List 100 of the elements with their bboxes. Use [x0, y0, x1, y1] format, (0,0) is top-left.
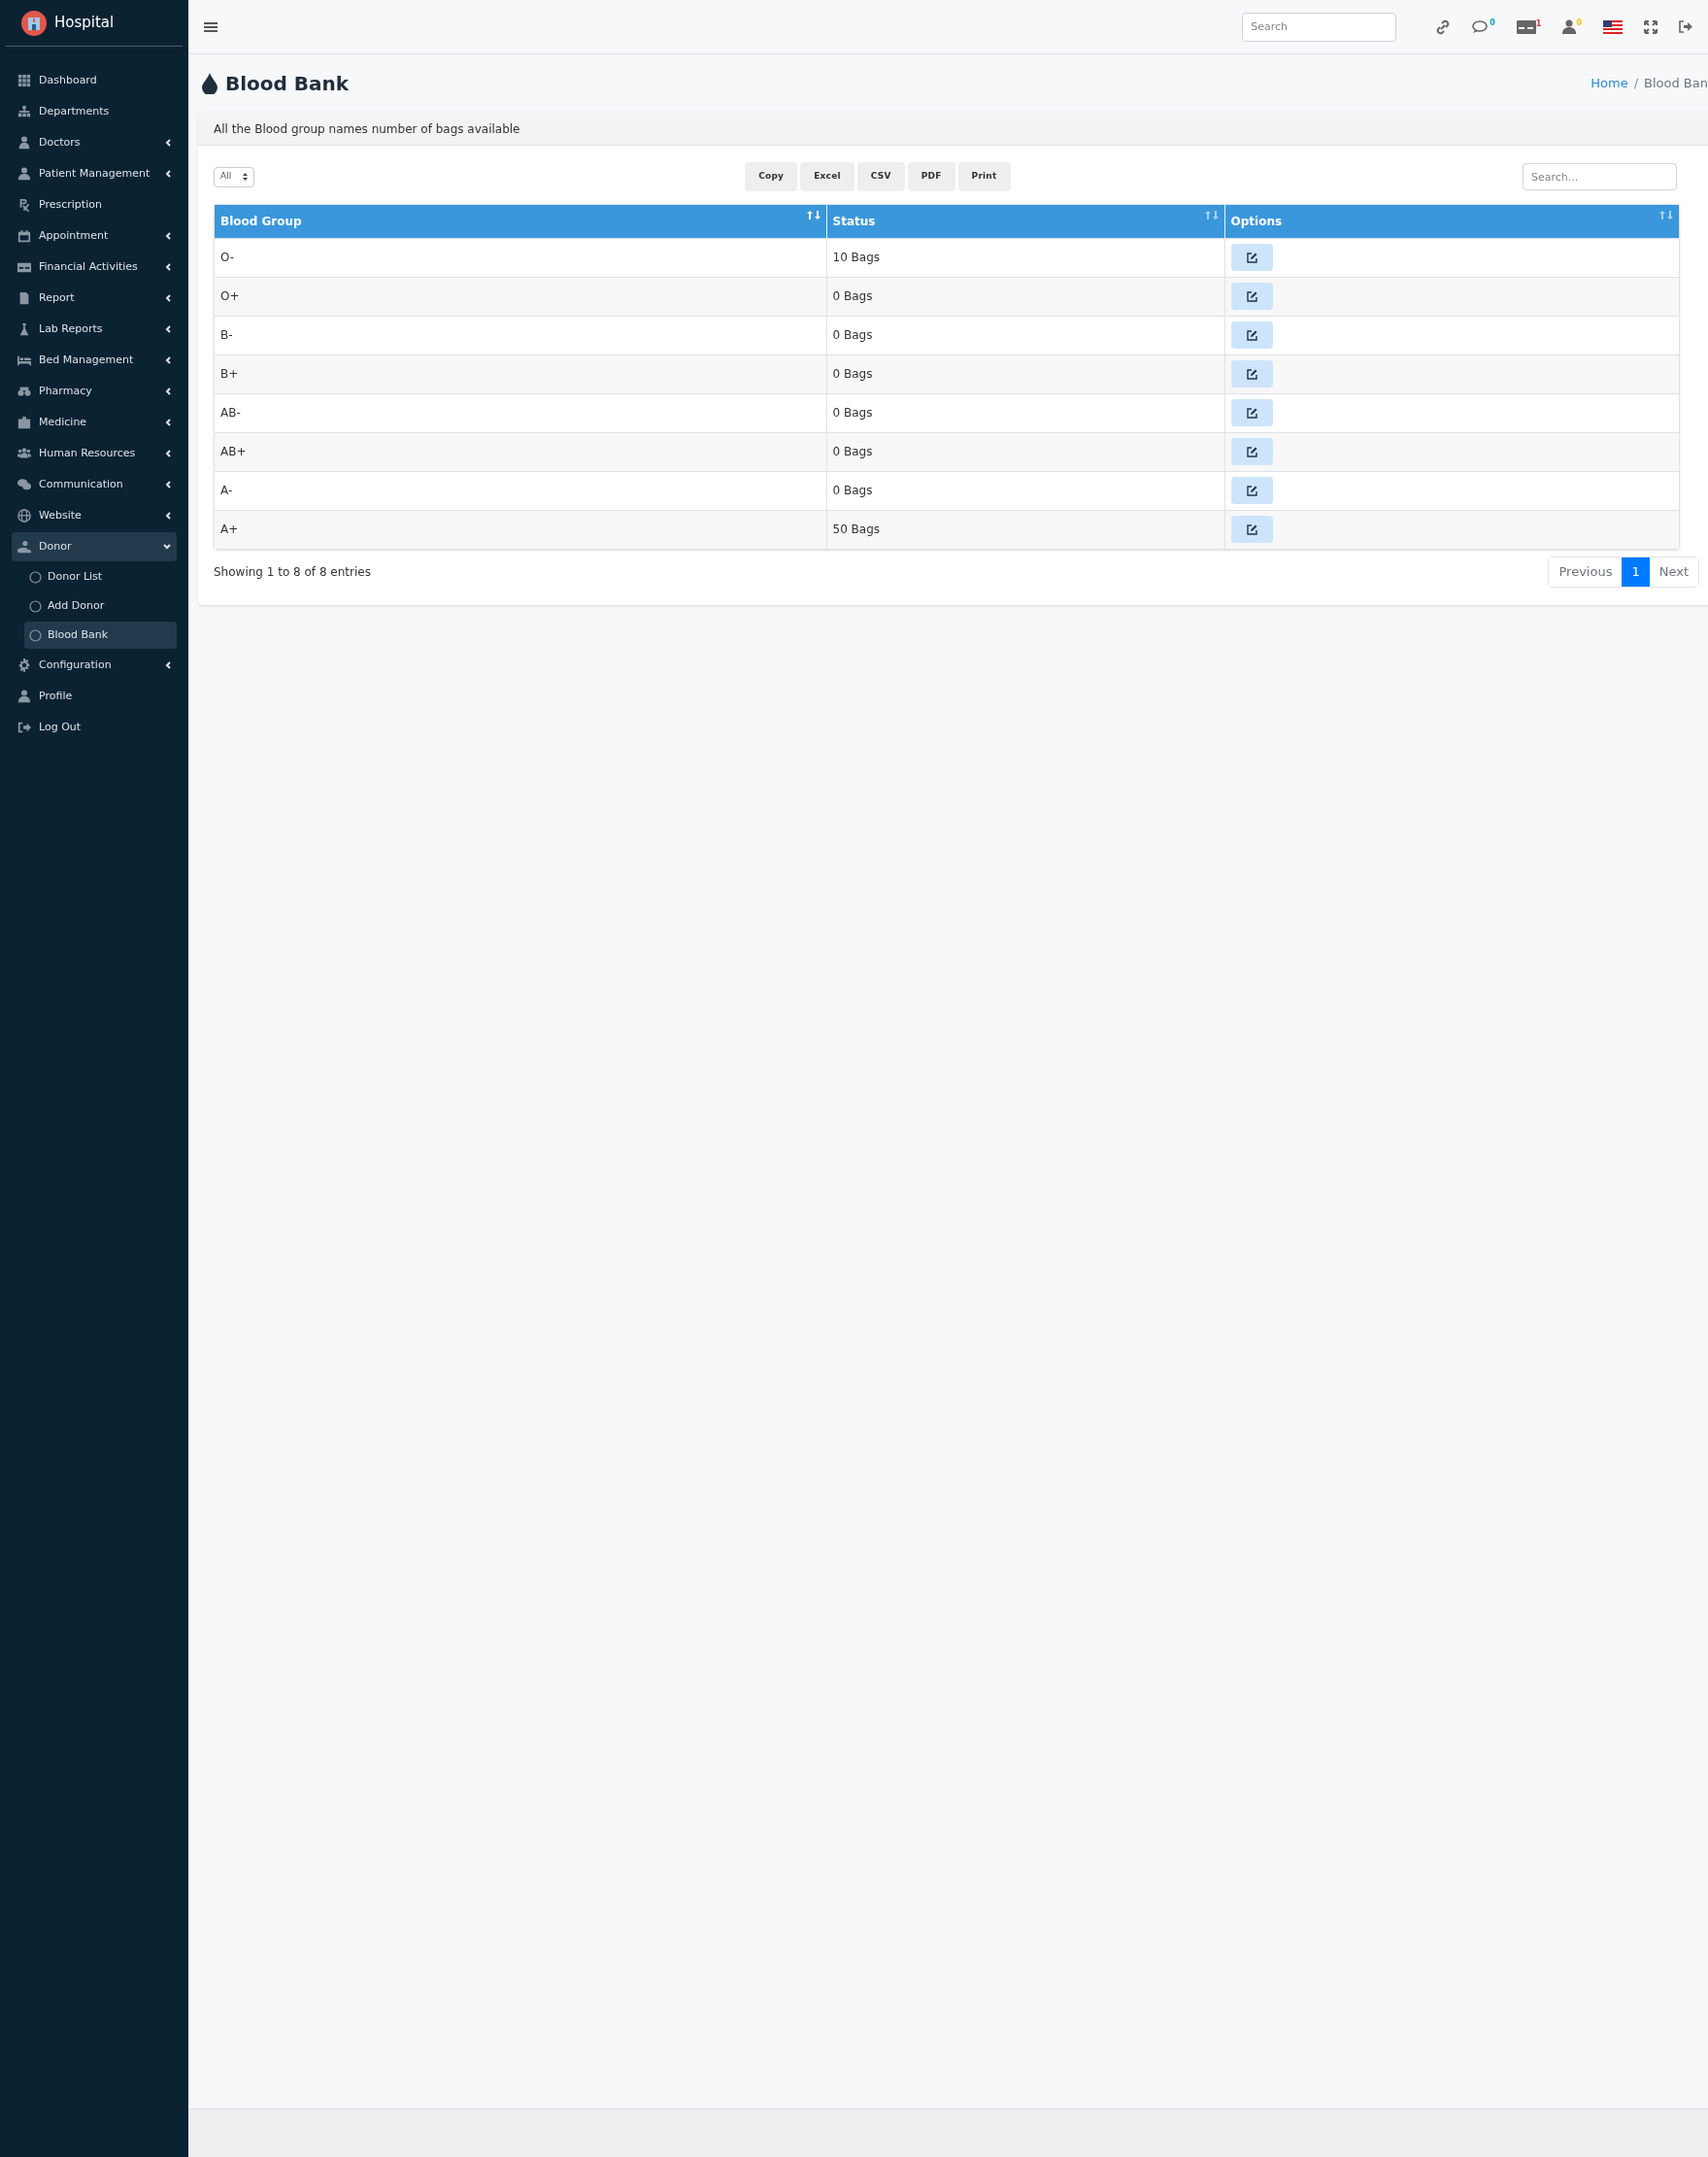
submenu-item[interactable]: Donor List — [24, 563, 177, 590]
drop-icon — [202, 73, 218, 94]
chevron-left-icon — [165, 232, 171, 240]
edit-icon — [1246, 446, 1257, 457]
edit-button[interactable] — [1230, 516, 1273, 544]
card-icon — [1516, 19, 1536, 34]
sidebar-item[interactable]: Dashboard — [12, 66, 177, 95]
chevron-left-icon — [165, 388, 171, 395]
export-button[interactable]: CSV — [856, 162, 905, 191]
brand-name: Hospital — [54, 13, 115, 34]
edit-icon — [1246, 407, 1257, 419]
edit-icon — [1246, 329, 1257, 341]
chevron-left-icon — [165, 325, 171, 333]
breadcrumb-current: Blood Ban — [1644, 75, 1708, 93]
hospital-logo-icon — [21, 10, 47, 36]
card-button[interactable]: 1 — [1516, 19, 1542, 34]
count-label: 0 — [1490, 19, 1495, 27]
sidebar-item[interactable]: Donor — [12, 532, 177, 561]
submenu-item[interactable]: Blood Bank — [24, 622, 177, 649]
edit-button[interactable] — [1230, 283, 1273, 310]
sidebar-item[interactable]: Patient Management — [12, 159, 177, 188]
sidebar-item[interactable]: Medicine — [12, 408, 177, 437]
count-label: 0 — [1576, 19, 1582, 27]
menu-item-icon — [17, 291, 31, 305]
logout-icon[interactable] — [1679, 20, 1692, 33]
edit-icon — [1246, 485, 1257, 496]
sidebar-item[interactable]: Doctors — [12, 128, 177, 157]
menu-item-icon — [17, 167, 31, 181]
breadcrumb-separator: / — [1633, 75, 1639, 93]
menu-item-icon — [17, 198, 31, 212]
chevron-down-icon — [163, 544, 171, 550]
card-header: All the Blood group names number of bags available — [198, 113, 1708, 146]
menu-item-icon — [17, 74, 31, 87]
sidebar-item[interactable]: Website — [12, 501, 177, 530]
sidebar-item[interactable]: Report — [12, 284, 177, 313]
sidebar-item[interactable]: Appointment — [12, 221, 177, 251]
circle-icon — [29, 599, 42, 613]
table-cell: A+ — [215, 510, 826, 549]
sidebar-item[interactable]: Configuration — [12, 651, 177, 680]
sidebar-item[interactable]: Profile — [12, 682, 177, 711]
chevron-left-icon — [165, 263, 171, 271]
menu-item-icon — [17, 385, 31, 398]
chevron-left-icon — [165, 450, 171, 457]
sidebar-item[interactable]: Financial Activities — [12, 253, 177, 282]
edit-icon — [1246, 523, 1257, 535]
export-button[interactable]: Excel — [800, 162, 854, 191]
export-button[interactable]: PDF — [907, 162, 955, 191]
submenu-item[interactable]: Add Donor — [24, 592, 177, 620]
sidebar-item[interactable]: Bed Management — [12, 346, 177, 375]
sidebar-item[interactable]: Communication — [12, 470, 177, 499]
menu-item-icon — [17, 478, 31, 491]
menu-item-icon — [17, 690, 31, 703]
edit-button[interactable] — [1230, 438, 1273, 465]
us-flag-icon[interactable] — [1603, 19, 1623, 34]
circle-icon — [29, 570, 42, 584]
breadcrumb-link[interactable]: Home — [1591, 74, 1628, 93]
count-label: 1 — [1535, 19, 1542, 28]
menu-item-icon — [17, 540, 31, 554]
table-cell: 50 Bags — [826, 510, 1224, 549]
menu-item-icon — [17, 447, 31, 460]
menu-item-icon — [17, 105, 31, 118]
export-button[interactable]: Print — [957, 162, 1011, 191]
chevron-left-icon — [165, 294, 171, 302]
link-icon[interactable] — [1435, 18, 1452, 35]
sort-icon — [1204, 211, 1219, 219]
fullscreen-icon[interactable] — [1644, 19, 1658, 34]
sidebar-item[interactable]: Lab Reports — [12, 315, 177, 344]
sidebar-item[interactable]: Log Out — [12, 713, 177, 742]
menu-item-icon — [17, 416, 31, 429]
page-button[interactable]: 1 — [1622, 557, 1650, 587]
edit-button[interactable] — [1230, 399, 1273, 426]
sidebar-item[interactable]: Prescription — [12, 190, 177, 219]
search-field[interactable]: Search — [1242, 12, 1397, 42]
page-length-select[interactable]: All — [214, 166, 255, 187]
menu-item-icon — [17, 260, 31, 274]
chevron-left-icon — [165, 419, 171, 426]
sidebar-item[interactable]: Departments — [12, 97, 177, 126]
chevron-left-icon — [165, 661, 171, 669]
edit-icon — [1246, 368, 1257, 380]
edit-button[interactable] — [1230, 244, 1273, 271]
menu-icon[interactable] — [204, 20, 218, 33]
export-button[interactable]: Copy — [745, 162, 798, 191]
menu-item-icon — [17, 322, 31, 336]
circle-icon — [29, 628, 42, 642]
chat-icon — [1472, 19, 1490, 34]
menu-item-icon — [17, 509, 31, 522]
menu-item-icon — [17, 136, 31, 150]
sidebar-item[interactable]: Pharmacy — [12, 377, 177, 406]
sort-arrows-icon — [243, 173, 249, 181]
edit-button[interactable] — [1230, 360, 1273, 388]
chevron-left-icon — [165, 356, 171, 364]
chevron-left-icon — [165, 481, 171, 489]
edit-button[interactable] — [1230, 477, 1273, 504]
edit-icon — [1246, 252, 1257, 263]
sort-icon — [806, 211, 821, 219]
table-search-field[interactable]: Search... — [1523, 163, 1677, 190]
sort-icon — [1659, 211, 1673, 219]
user-icon — [1562, 19, 1577, 34]
sidebar-item[interactable]: Human Resources — [12, 439, 177, 468]
edit-button[interactable] — [1230, 321, 1273, 349]
